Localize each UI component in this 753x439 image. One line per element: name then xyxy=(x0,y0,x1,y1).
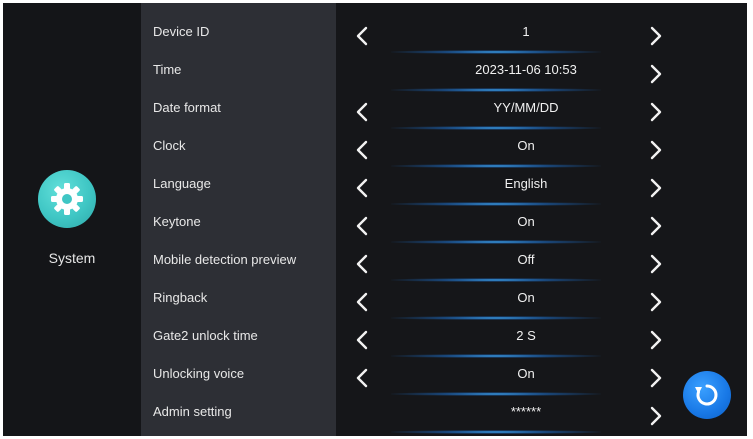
chevron-left-icon[interactable] xyxy=(351,365,373,391)
value-underline xyxy=(391,126,601,130)
setting-row: On xyxy=(336,207,747,245)
value-underline xyxy=(391,278,601,282)
settings-values: 1 2023-11-06 10:53 YY/MM/DD On English On Off O… xyxy=(336,3,747,436)
setting-label: Time xyxy=(153,62,182,77)
value-underline xyxy=(391,202,601,206)
system-label: System xyxy=(48,250,96,266)
setting-label: Device ID xyxy=(153,24,210,39)
setting-row: Off xyxy=(336,245,747,283)
value-underline xyxy=(391,240,601,244)
chevron-right-icon[interactable] xyxy=(645,61,667,87)
value-underline xyxy=(391,316,601,320)
gear-icon xyxy=(38,170,96,228)
refresh-icon xyxy=(695,384,718,406)
value-underline xyxy=(391,50,601,54)
setting-row: YY/MM/DD xyxy=(336,93,747,131)
setting-row: English xyxy=(336,169,747,207)
chevron-left-icon[interactable] xyxy=(351,251,373,277)
chevron-right-icon[interactable] xyxy=(645,403,667,429)
setting-value: On xyxy=(517,138,535,153)
value-underline xyxy=(391,88,601,92)
value-underline xyxy=(391,430,601,434)
setting-value: Off xyxy=(517,252,535,267)
setting-label: Language xyxy=(153,176,211,191)
chevron-left-icon[interactable] xyxy=(351,99,373,125)
chevron-left-icon[interactable] xyxy=(351,23,373,49)
setting-label: Keytone xyxy=(153,214,201,229)
chevron-left-icon[interactable] xyxy=(351,213,373,239)
setting-label: Unlocking voice xyxy=(153,366,245,381)
setting-label: Admin setting xyxy=(153,404,232,419)
chevron-right-icon[interactable] xyxy=(645,137,667,163)
setting-value: On xyxy=(517,214,535,229)
value-underline xyxy=(391,392,601,396)
setting-row: On xyxy=(336,283,747,321)
setting-value: 2 S xyxy=(516,328,536,343)
setting-label: Mobile detection preview xyxy=(153,252,297,267)
chevron-left-icon[interactable] xyxy=(351,137,373,163)
setting-row: 1 xyxy=(336,17,747,55)
setting-value: 2023-11-06 10:53 xyxy=(475,62,577,77)
setting-value: English xyxy=(504,176,548,191)
chevron-right-icon[interactable] xyxy=(645,23,667,49)
setting-value: ****** xyxy=(510,404,542,419)
chevron-right-icon[interactable] xyxy=(645,365,667,391)
setting-row: 2023-11-06 10:53 xyxy=(336,55,747,93)
settings-labels: Device ID Time Date format Clock Language Key… xyxy=(141,3,336,436)
setting-row: 2 S xyxy=(336,321,747,359)
chevron-right-icon[interactable] xyxy=(645,251,667,277)
value-underline xyxy=(391,164,601,168)
setting-row: On xyxy=(336,131,747,169)
chevron-right-icon[interactable] xyxy=(645,175,667,201)
setting-label: Ringback xyxy=(153,290,208,305)
chevron-right-icon[interactable] xyxy=(645,289,667,315)
chevron-right-icon[interactable] xyxy=(645,213,667,239)
settings-screen: System Device ID Time Date format Clock Lang… xyxy=(3,3,747,436)
setting-label: Clock xyxy=(153,138,186,153)
setting-value: 1 xyxy=(522,24,530,39)
setting-value: On xyxy=(517,366,535,381)
setting-value: YY/MM/DD xyxy=(493,100,559,115)
setting-label: Gate2 unlock time xyxy=(153,328,258,343)
refresh-button[interactable] xyxy=(683,371,731,419)
chevron-right-icon[interactable] xyxy=(645,99,667,125)
setting-label: Date format xyxy=(153,100,221,115)
chevron-right-icon[interactable] xyxy=(645,327,667,353)
setting-value: On xyxy=(517,290,535,305)
chevron-left-icon[interactable] xyxy=(351,175,373,201)
left-panel: System xyxy=(3,3,141,436)
chevron-left-icon[interactable] xyxy=(351,327,373,353)
chevron-left-icon[interactable] xyxy=(351,289,373,315)
system-menu-item[interactable]: System xyxy=(3,158,141,278)
value-underline xyxy=(391,354,601,358)
